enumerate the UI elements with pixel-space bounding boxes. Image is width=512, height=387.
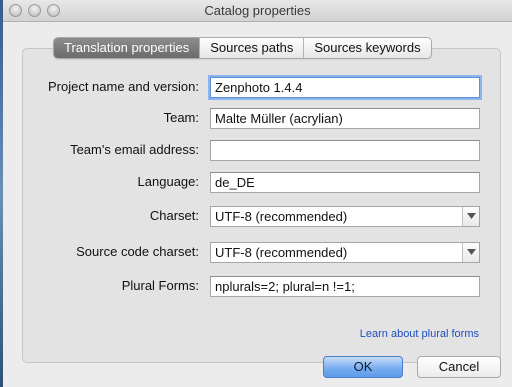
tab-sources-keywords[interactable]: Sources keywords bbox=[304, 38, 430, 58]
charset-select[interactable]: UTF-8 (recommended) bbox=[210, 206, 480, 227]
charset-label: Charset: bbox=[149, 208, 199, 223]
tab-bar: Translation properties Sources paths Sou… bbox=[53, 37, 432, 59]
source-charset-select-value: UTF-8 (recommended) bbox=[215, 245, 348, 260]
language-field[interactable]: de_DE bbox=[210, 172, 480, 193]
cancel-button[interactable]: Cancel bbox=[417, 356, 501, 378]
ok-button[interactable]: OK bbox=[323, 356, 403, 378]
dialog-content: Translation properties Sources paths Sou… bbox=[3, 22, 512, 387]
chevron-down-icon[interactable] bbox=[462, 207, 479, 226]
source-charset-select[interactable]: UTF-8 (recommended) bbox=[210, 242, 480, 263]
window-title: Catalog properties bbox=[204, 3, 311, 18]
charset-select-value: UTF-8 (recommended) bbox=[215, 209, 348, 224]
tab-translation-properties[interactable]: Translation properties bbox=[54, 38, 201, 58]
team-label: Team: bbox=[163, 110, 199, 125]
plural-forms-help-link[interactable]: Learn about plural forms bbox=[360, 328, 479, 340]
window-titlebar: Catalog properties bbox=[3, 0, 512, 22]
project-name-field[interactable]: Zenphoto 1.4.4 bbox=[210, 77, 480, 98]
language-label: Language: bbox=[137, 174, 199, 189]
catalog-properties-dialog: Catalog properties Translation propertie… bbox=[3, 0, 512, 387]
plural-forms-label: Plural Forms: bbox=[121, 278, 199, 293]
team-field[interactable]: Malte Müller (acrylian) bbox=[210, 108, 480, 129]
team-email-label: Team's email address: bbox=[70, 142, 199, 157]
team-email-field[interactable] bbox=[210, 140, 480, 161]
tab-sources-paths[interactable]: Sources paths bbox=[200, 38, 305, 58]
project-name-label: Project name and version: bbox=[47, 79, 199, 94]
plural-forms-field[interactable]: nplurals=2; plural=n !=1; bbox=[210, 276, 480, 297]
source-charset-label: Source code charset: bbox=[76, 244, 199, 259]
chevron-down-icon[interactable] bbox=[462, 243, 479, 262]
